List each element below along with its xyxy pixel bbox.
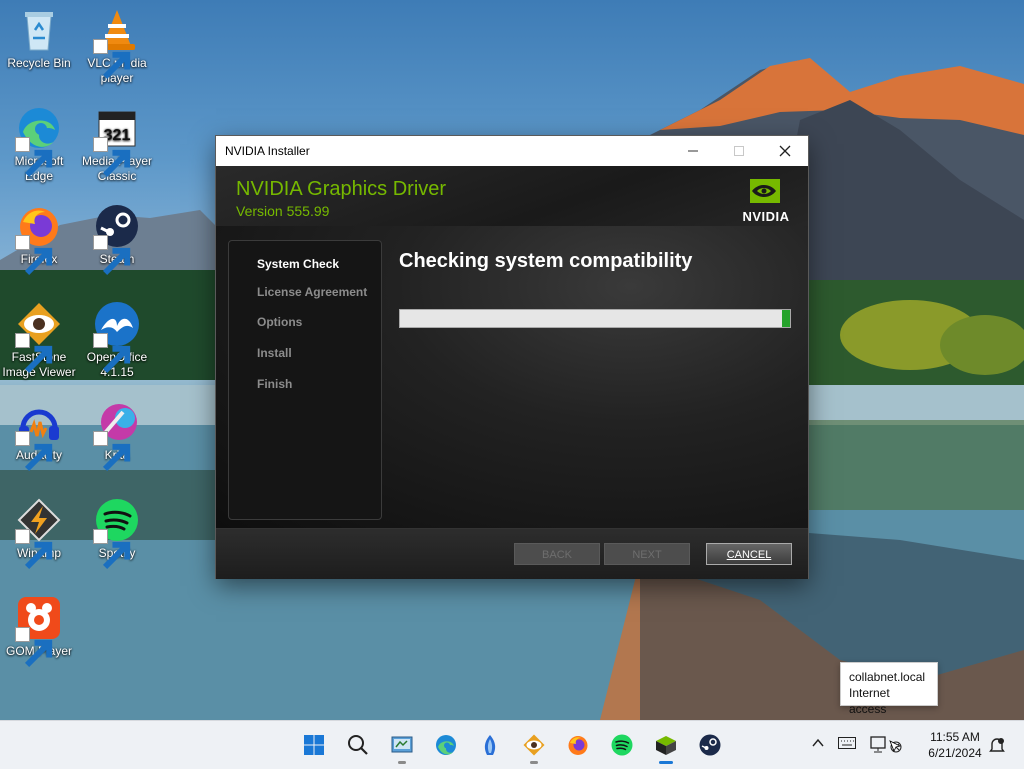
taskbar-control-panel[interactable] bbox=[387, 730, 417, 764]
firefox-shortcut[interactable]: Firefox bbox=[0, 202, 78, 276]
faststone-icon bbox=[523, 734, 545, 756]
shortcut-arrow-icon bbox=[15, 431, 53, 472]
minimize-icon bbox=[688, 150, 698, 152]
network-tray-button[interactable] bbox=[870, 735, 904, 758]
step-system-check: System Check bbox=[257, 257, 340, 271]
chevron-up-icon bbox=[812, 738, 824, 747]
next-button: NEXT bbox=[604, 543, 690, 565]
nvidia-logo-text: NVIDIA bbox=[742, 209, 790, 224]
window-title: NVIDIA Installer bbox=[225, 144, 310, 158]
shortcut-arrow-icon bbox=[93, 333, 131, 374]
button-bar: BACK NEXT CANCEL bbox=[216, 528, 808, 579]
product-version: Version 555.99 bbox=[236, 203, 330, 219]
network-tooltip: collabnet.local Internet access bbox=[840, 662, 938, 716]
taskbar-firefox[interactable] bbox=[563, 730, 593, 760]
step-install: Install bbox=[257, 346, 292, 360]
taskbar-spotify[interactable] bbox=[607, 730, 637, 760]
taskbar-edge[interactable] bbox=[431, 730, 461, 760]
shortcut-arrow-icon bbox=[15, 137, 53, 178]
shortcut-arrow-icon bbox=[93, 137, 131, 178]
maximize-button bbox=[716, 136, 762, 166]
active-indicator bbox=[659, 761, 673, 764]
clock[interactable]: 11:55 AM 6/21/2024 bbox=[920, 729, 990, 761]
media-player-classic-shortcut[interactable]: 321 Media Player Classic bbox=[78, 104, 156, 184]
shortcut-arrow-icon bbox=[15, 529, 53, 570]
shortcut-arrow-icon bbox=[93, 431, 131, 472]
show-hidden-icons-button[interactable] bbox=[811, 736, 825, 753]
control-panel-icon bbox=[391, 736, 413, 753]
tooltip-network-status: Internet access bbox=[849, 686, 890, 716]
running-indicator bbox=[530, 761, 538, 764]
clock-date: 6/21/2024 bbox=[928, 746, 982, 760]
openoffice-shortcut[interactable]: OpenOffice 4.1.15 bbox=[78, 300, 156, 380]
shortcut-arrow-icon bbox=[15, 235, 53, 276]
step-finish: Finish bbox=[257, 377, 293, 391]
winamp-shortcut[interactable]: Winamp bbox=[0, 496, 78, 570]
taskbar-nvidia-installer[interactable] bbox=[651, 730, 681, 764]
shortcut-arrow-icon bbox=[15, 627, 53, 668]
notifications-button[interactable] bbox=[988, 736, 1006, 757]
taskbar-faststone[interactable] bbox=[519, 730, 549, 764]
krita-shortcut[interactable]: Krita bbox=[78, 398, 156, 472]
close-button[interactable] bbox=[762, 136, 808, 166]
nvidia-logo: NVIDIA bbox=[738, 178, 794, 224]
progress-fill bbox=[782, 310, 790, 327]
steps-sidebar: System Check License Agreement Options I… bbox=[228, 240, 382, 520]
faststone-shortcut[interactable]: FastStone Image Viewer bbox=[0, 300, 78, 380]
shortcut-arrow-icon bbox=[93, 39, 131, 80]
edge-icon bbox=[436, 735, 456, 755]
minimize-button[interactable] bbox=[670, 136, 716, 166]
running-indicator bbox=[398, 761, 406, 764]
nvidia-installer-window: NVIDIA Installer NVIDIA Graphics Driver … bbox=[216, 136, 808, 579]
installer-body: System Check License Agreement Options I… bbox=[216, 226, 808, 528]
nvidia-eye-icon bbox=[750, 179, 780, 203]
taskbar-app[interactable] bbox=[475, 730, 505, 760]
notification-bell-icon bbox=[989, 738, 1005, 752]
gom-player-shortcut[interactable]: GOM Player bbox=[0, 594, 78, 668]
steam-icon bbox=[699, 734, 721, 756]
vlc-shortcut[interactable]: VLC media player bbox=[78, 6, 156, 86]
network-icon bbox=[870, 736, 902, 753]
spotify-icon bbox=[611, 734, 633, 756]
taskbar: 11:55 AM 6/21/2024 bbox=[0, 720, 1024, 769]
shortcut-arrow-icon bbox=[93, 235, 131, 276]
spotify-shortcut[interactable]: Spotify bbox=[78, 496, 156, 570]
cancel-button[interactable]: CANCEL bbox=[706, 543, 792, 565]
product-name: NVIDIA Graphics Driver bbox=[236, 178, 447, 200]
step-options: Options bbox=[257, 315, 303, 329]
taskbar-steam[interactable] bbox=[695, 730, 725, 760]
clock-time: 11:55 AM bbox=[930, 730, 980, 744]
search-icon bbox=[348, 735, 368, 755]
keyboard-tray-button[interactable] bbox=[838, 737, 856, 752]
edge-shortcut[interactable]: Microsoft Edge bbox=[0, 104, 78, 184]
recycle-bin-shortcut[interactable]: Recycle Bin bbox=[0, 6, 78, 71]
installer-icon bbox=[656, 736, 676, 755]
tooltip-network-name: collabnet.local bbox=[849, 670, 926, 684]
shortcut-arrow-icon bbox=[93, 529, 131, 570]
recycle-bin-icon bbox=[25, 12, 53, 51]
close-icon bbox=[779, 145, 791, 157]
installer-header: NVIDIA Graphics Driver Version 555.99 NV… bbox=[216, 166, 808, 226]
progress-bar bbox=[399, 309, 791, 328]
maximize-icon bbox=[734, 146, 744, 156]
search-button[interactable] bbox=[343, 730, 373, 760]
start-button[interactable] bbox=[299, 730, 329, 760]
audacity-shortcut[interactable]: Audacity bbox=[0, 398, 78, 472]
firefox-icon bbox=[568, 736, 588, 755]
keyboard-icon bbox=[838, 737, 856, 749]
page-heading: Checking system compatibility bbox=[399, 250, 693, 272]
back-button: BACK bbox=[514, 543, 600, 565]
windows-start-icon bbox=[304, 735, 324, 755]
steam-shortcut[interactable]: Steam bbox=[78, 202, 156, 276]
step-license-agreement: License Agreement bbox=[257, 285, 368, 299]
title-bar[interactable]: NVIDIA Installer bbox=[216, 136, 808, 166]
shortcut-arrow-icon bbox=[15, 333, 53, 374]
app-icon bbox=[484, 735, 496, 755]
